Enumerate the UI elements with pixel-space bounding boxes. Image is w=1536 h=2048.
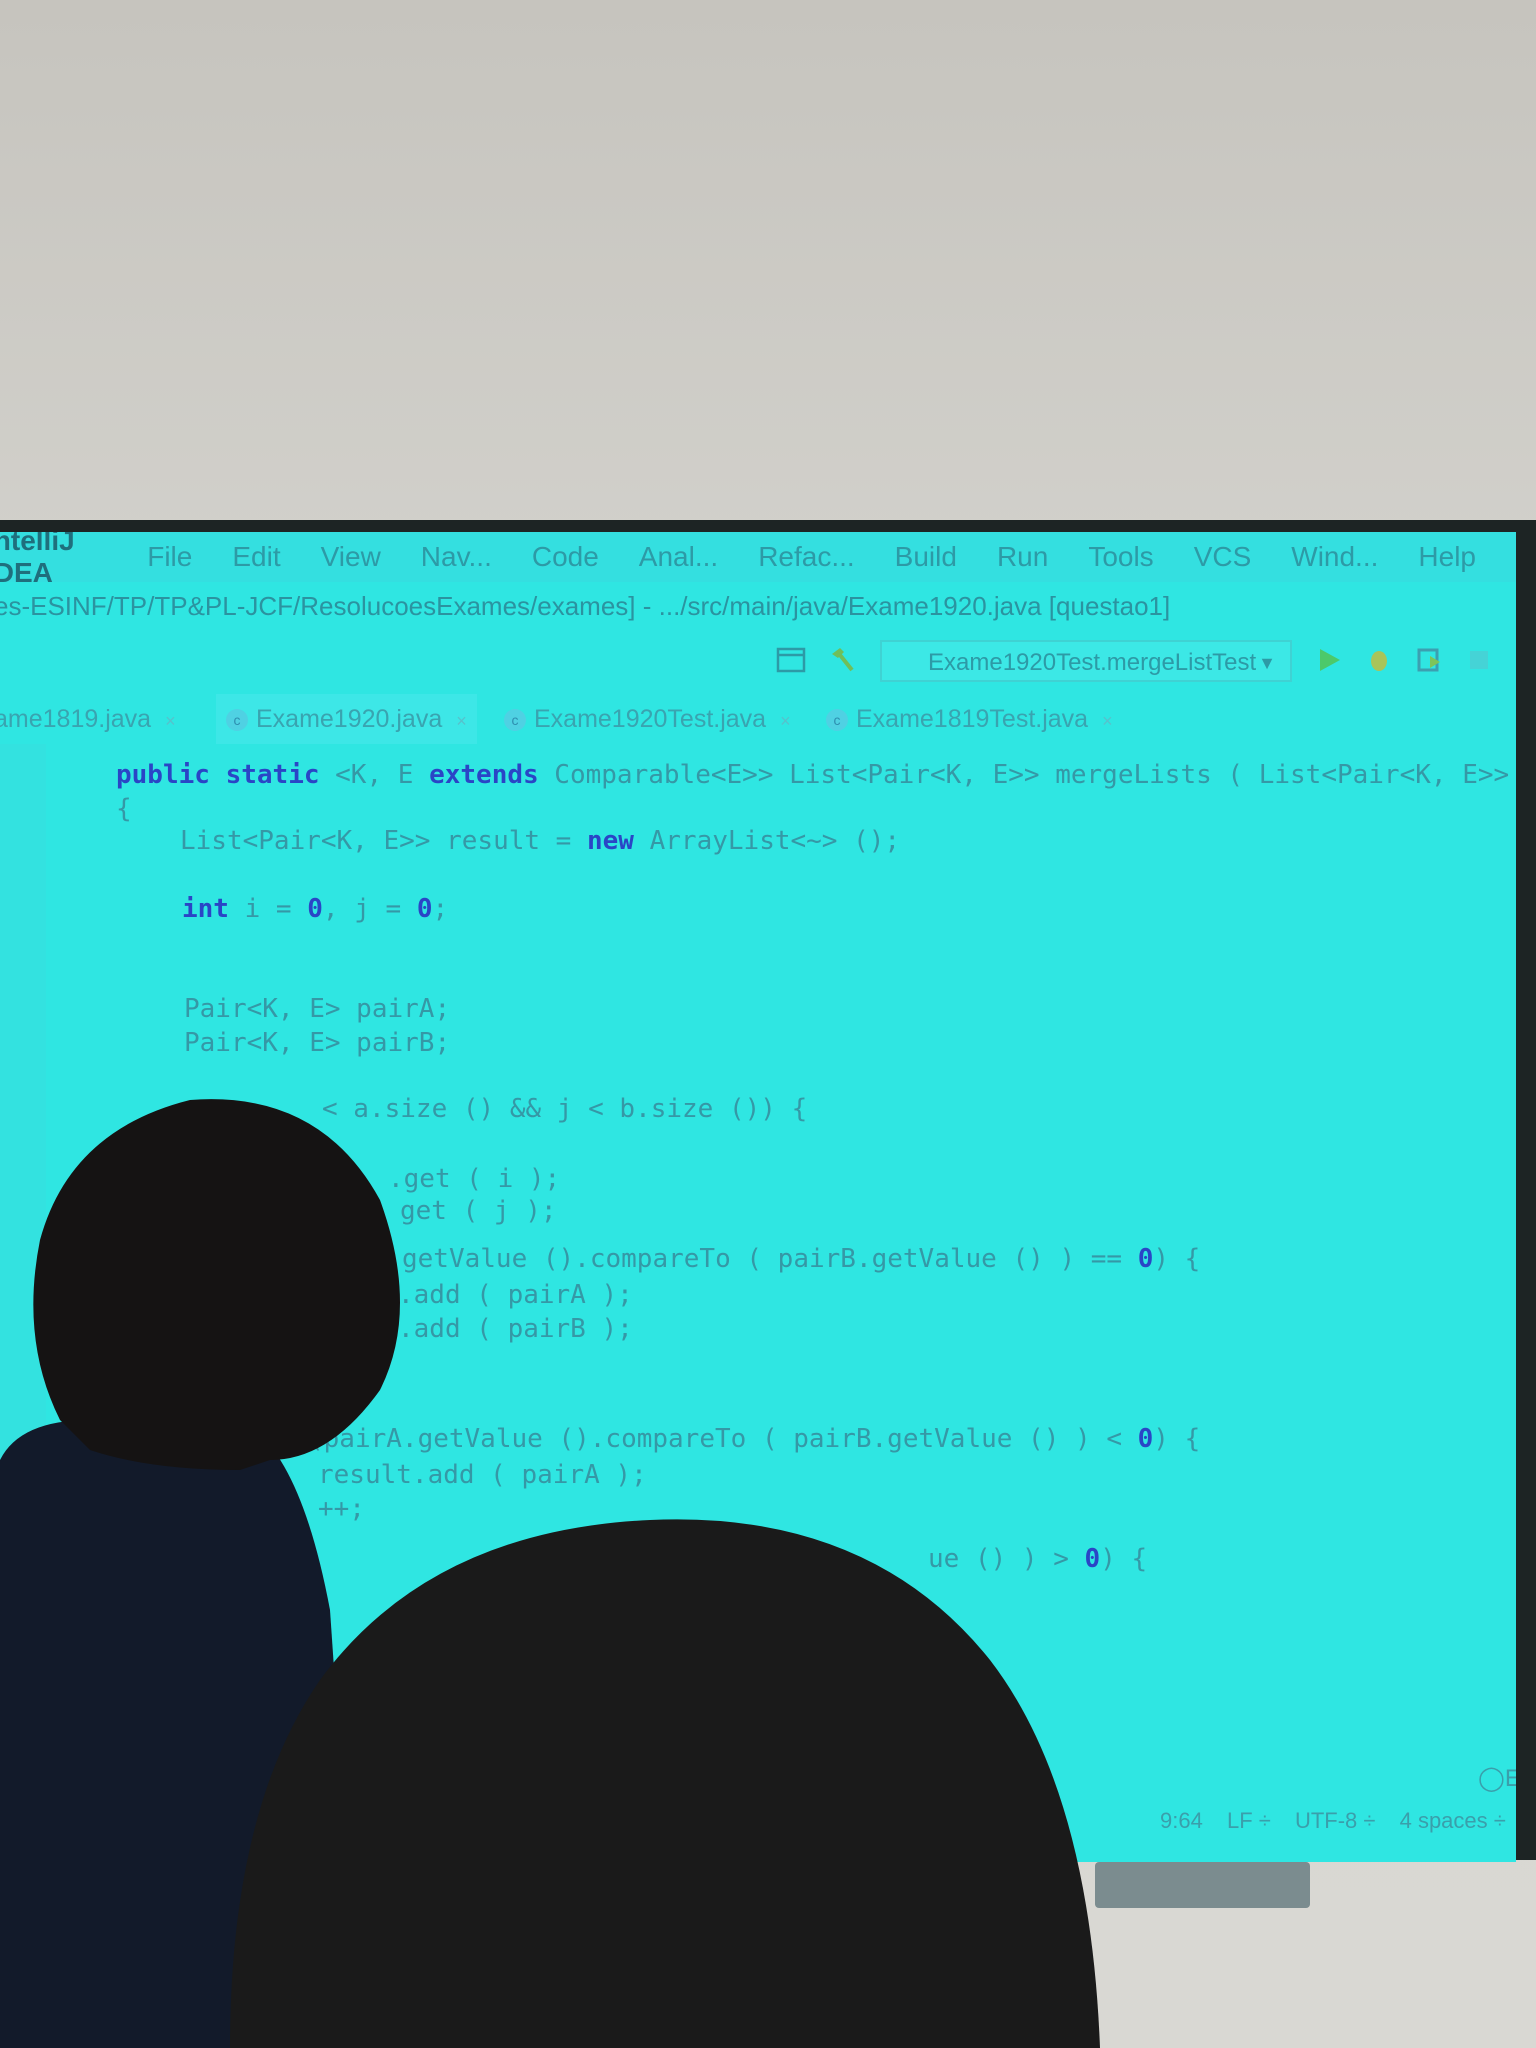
close-icon[interactable]: × — [456, 711, 467, 731]
layout-icon[interactable] — [776, 646, 806, 674]
code-line: List<Pair<K, E>> result = new ArrayList<… — [180, 826, 901, 856]
number-token: 0 — [307, 894, 323, 924]
chevron-down-icon: ▼ — [1258, 653, 1276, 673]
keyword-token: int — [182, 894, 229, 924]
editor-tabs: ame1819.java × c Exame1920.java × c Exame192… — [0, 694, 1516, 744]
menu-vcs[interactable]: VCS — [1194, 541, 1252, 573]
code-line: get ( j ); — [400, 1196, 557, 1226]
run-icon[interactable] — [1314, 646, 1344, 674]
code-line: (pairA.getValue ().compareTo ( pairB.get… — [308, 1424, 1201, 1454]
code-line: { — [116, 794, 132, 824]
toolbar: Exame1920Test.mergeListTest ▼ — [0, 632, 1516, 692]
code-line: Pair<K, E> pairB; — [184, 1028, 451, 1058]
indent-setting[interactable]: 4 spaces ÷ — [1400, 1808, 1506, 1833]
keyword-token: new — [587, 826, 634, 856]
tab-exame1819[interactable]: ame1819.java × — [0, 694, 176, 744]
keyword-token: public — [116, 760, 210, 790]
number-token: 0 — [1137, 1424, 1154, 1454]
tab-label: Exame1920Test.java — [534, 705, 767, 733]
build-hammer-icon[interactable] — [828, 646, 858, 674]
title-path: es-ESINF/TP/TP&PL-JCF/ResolucoesExames/e… — [0, 591, 1171, 621]
stop-icon[interactable] — [1464, 646, 1494, 674]
class-icon: c — [826, 709, 848, 732]
close-icon[interactable]: × — [165, 711, 176, 731]
menu-edit[interactable]: Edit — [232, 541, 280, 573]
code-line: int i = 0, j = 0; — [182, 894, 449, 924]
menu-tools[interactable]: Tools — [1088, 541, 1153, 573]
number-token: 0 — [416, 894, 433, 924]
class-icon: c — [504, 709, 526, 732]
tab-exame1819test[interactable]: c Exame1819Test.java × — [826, 694, 1113, 744]
status-bar: 9:64 LF ÷ UTF-8 ÷ 4 spaces ÷ — [1160, 1808, 1516, 1844]
caret-position[interactable]: 9:64 — [1160, 1808, 1203, 1833]
number-token: 0 — [1137, 1244, 1154, 1274]
menu-bar: IntelliJ IDEA File Edit View Nav... Code… — [0, 532, 1516, 588]
code-line: Pair<K, E> pairA; — [184, 994, 451, 1024]
menu-view[interactable]: View — [321, 541, 381, 573]
debug-icon[interactable] — [1364, 646, 1394, 674]
tab-label: Exame1819Test.java — [856, 705, 1089, 733]
tab-label: ame1819.java — [0, 705, 152, 733]
tab-exame1920[interactable]: c Exame1920.java × — [216, 694, 477, 744]
menu-navigate[interactable]: Nav... — [421, 541, 492, 573]
event-log-indicator[interactable]: ◯E — [1478, 1764, 1516, 1793]
menu-window[interactable]: Wind... — [1291, 541, 1378, 573]
line-separator[interactable]: LF ÷ — [1227, 1808, 1271, 1833]
code-line: public static <K, E extends Comparable<E… — [116, 760, 1510, 790]
menu-build[interactable]: Build — [895, 541, 957, 573]
app-name: IntelliJ IDEA — [0, 532, 75, 588]
menu-file[interactable]: File — [147, 541, 192, 573]
tab-exame1920test[interactable]: c Exame1920Test.java × — [504, 694, 791, 744]
run-configuration-label: Exame1920Test.mergeListTest — [928, 649, 1257, 676]
tab-label: Exame1920.java — [256, 705, 443, 733]
coverage-icon[interactable] — [1414, 646, 1444, 674]
run-configuration-select[interactable]: Exame1920Test.mergeListTest ▼ — [880, 640, 1292, 682]
code-line: getValue ().compareTo ( pairB.getValue (… — [402, 1244, 1201, 1274]
menu-code[interactable]: Code — [532, 541, 599, 573]
keyword-token: static — [225, 760, 320, 790]
audience-head-silhouette — [230, 1519, 1100, 2048]
menu-help[interactable]: Help — [1418, 541, 1476, 573]
menu-run[interactable]: Run — [997, 541, 1048, 573]
event-log-label: E — [1504, 1765, 1516, 1792]
menu-analyze[interactable]: Anal... — [639, 541, 718, 573]
menu-refactor[interactable]: Refac... — [758, 541, 854, 573]
keyword-token: extends — [429, 760, 539, 790]
code-line: .add ( pairA ); — [398, 1280, 633, 1310]
class-icon: c — [226, 709, 248, 732]
file-encoding[interactable]: UTF-8 ÷ — [1295, 1808, 1376, 1833]
screen-tray — [1095, 1862, 1310, 1908]
close-icon[interactable]: × — [780, 711, 791, 731]
code-line: .add ( pairB ); — [398, 1314, 633, 1344]
close-icon[interactable]: × — [1102, 711, 1113, 731]
